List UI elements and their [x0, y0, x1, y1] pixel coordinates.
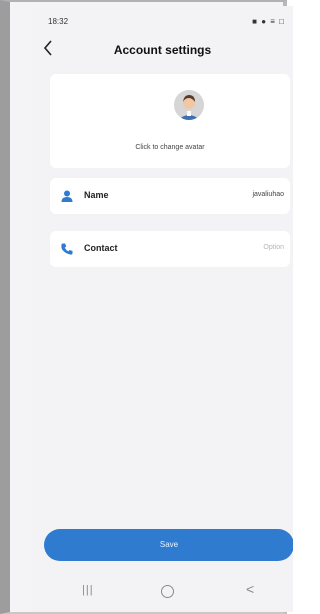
page-title: Account settings	[113, 43, 212, 57]
home-button[interactable]	[161, 585, 174, 598]
avatar[interactable]	[174, 90, 204, 120]
status-time: 18:32	[48, 17, 69, 26]
header: Account settings	[32, 34, 293, 68]
recent-apps-button[interactable]: |||	[82, 584, 94, 596]
name-field-row[interactable]: Name javaliuhao	[50, 178, 290, 214]
avatar-card[interactable]: Click to change avatar	[50, 74, 290, 168]
device-frame: 18:32 ■ ● ≡ □ Account settings Click to …	[0, 0, 293, 614]
status-bar: 18:32 ■ ● ≡ □	[32, 6, 293, 32]
user-avatar-icon	[174, 90, 204, 120]
save-button[interactable]: Save	[44, 529, 293, 561]
name-value[interactable]: javaliuhao	[252, 191, 284, 198]
person-icon	[60, 189, 74, 203]
contact-input[interactable]: Option	[263, 244, 284, 251]
system-back-button[interactable]: <	[246, 581, 254, 597]
contact-label: Contact	[84, 243, 118, 253]
avatar-hint: Click to change avatar	[135, 144, 205, 151]
name-label: Name	[84, 190, 109, 200]
system-nav-bar: ||| <	[32, 572, 293, 612]
phone-icon	[60, 242, 74, 256]
phone-screen: 18:32 ■ ● ≡ □ Account settings Click to …	[32, 6, 293, 612]
status-icons: ■ ● ≡ □	[252, 17, 285, 26]
contact-field-row[interactable]: Contact Option	[50, 231, 290, 267]
